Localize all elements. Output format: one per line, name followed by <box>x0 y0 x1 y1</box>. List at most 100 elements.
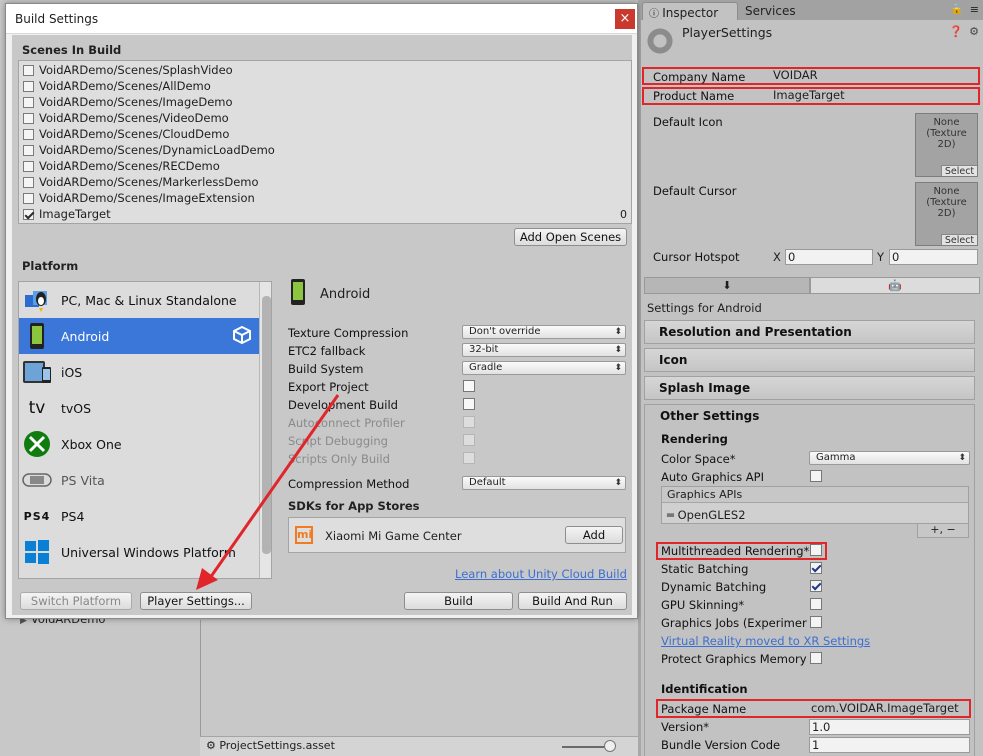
static-batching-checkbox[interactable] <box>810 562 822 574</box>
tab-inspector-label: Inspector <box>662 6 719 20</box>
tab-services-label: Services <box>745 4 796 18</box>
scene-row[interactable]: VoidARDemo/Scenes/CloudDemo <box>23 126 229 142</box>
color-space-dropdown[interactable]: Gamma <box>809 451 970 465</box>
scene-row[interactable]: VoidARDemo/Scenes/MarkerlessDemo <box>23 174 259 190</box>
add-open-scenes-button[interactable]: Add Open Scenes <box>514 228 627 246</box>
android-icon <box>290 279 306 309</box>
texture-compression-dropdown[interactable]: Don't override <box>462 325 626 339</box>
development-build-checkbox[interactable] <box>463 398 475 410</box>
platform-item-xbox[interactable]: Xbox One <box>19 426 259 462</box>
tvos-icon: tv <box>28 398 46 418</box>
section-resolution[interactable]: Resolution and Presentation <box>644 320 975 344</box>
window-titlebar[interactable]: Build Settings × <box>6 4 637 34</box>
protect-memory-checkbox[interactable] <box>810 652 822 664</box>
platform-item-webgl[interactable] <box>19 570 259 578</box>
bundle-version-field[interactable]: 1 <box>809 737 970 753</box>
list-add-remove[interactable]: +, − <box>917 524 969 538</box>
inspector-tab-bar: ⓘ Inspector Services 🔒 ≡ <box>641 0 983 20</box>
script-debugging-label: Script Debugging <box>288 434 388 448</box>
menu-icon[interactable]: ≡ <box>970 3 979 16</box>
scene-row[interactable]: VoidARDemo/Scenes/RECDemo <box>23 158 220 174</box>
graphics-jobs-label: Graphics Jobs (Experimer <box>661 616 807 630</box>
compression-method-dropdown[interactable]: Default <box>462 476 626 490</box>
tab-standalone[interactable]: ⬇ <box>644 277 810 294</box>
scene-checkbox[interactable] <box>23 160 34 172</box>
scene-row[interactable]: VoidARDemo/Scenes/VideoDemo <box>23 110 229 126</box>
platform-item-ios[interactable]: iOS <box>19 354 259 390</box>
platform-item-tvos[interactable]: tv tvOS <box>19 390 259 426</box>
build-and-run-button[interactable]: Build And Run <box>518 592 627 610</box>
hotspot-x-field[interactable]: 0 <box>785 249 873 265</box>
scene-row[interactable]: VoidARDemo/Scenes/DynamicLoadDemo <box>23 142 275 158</box>
etc2-fallback-dropdown[interactable]: 32-bit <box>462 343 626 357</box>
package-name-field[interactable]: com.VOIDAR.ImageTarget <box>809 701 967 717</box>
platform-item-ps4[interactable]: PS4 PS4 <box>19 498 259 534</box>
player-settings-button[interactable]: Player Settings... <box>140 592 252 610</box>
build-settings-body: Scenes In Build VoidARDemo/Scenes/Splash… <box>12 35 632 615</box>
close-button[interactable]: × <box>615 9 635 29</box>
sdk-add-button[interactable]: Add <box>565 526 623 544</box>
help-icon[interactable]: ❓ <box>949 25 963 38</box>
build-system-dropdown[interactable]: Gradle <box>462 361 626 375</box>
scene-checkbox[interactable] <box>23 96 34 108</box>
scene-row[interactable]: VoidARDemo/Scenes/ImageExtension <box>23 190 255 206</box>
unity-logo-icon <box>233 325 251 347</box>
default-icon-slot[interactable]: None (Texture 2D) Select <box>915 113 978 177</box>
hotspot-x-label: X <box>773 250 781 264</box>
version-field[interactable]: 1.0 <box>809 719 970 735</box>
tab-inspector[interactable]: ⓘ Inspector <box>642 2 738 20</box>
other-settings-header[interactable]: Other Settings <box>660 409 759 423</box>
switch-platform-button[interactable]: Switch Platform <box>20 592 132 610</box>
settings-gear-icon[interactable]: ⚙ <box>969 25 979 38</box>
inspector-header: PlayerSettings ❓ ⚙ <box>641 20 983 60</box>
section-icon[interactable]: Icon <box>644 348 975 372</box>
drag-handle-icon[interactable]: ═ <box>667 508 678 522</box>
gpu-skinning-checkbox[interactable] <box>810 598 822 610</box>
company-name-field[interactable]: VOIDAR <box>771 68 977 84</box>
hotspot-y-field[interactable]: 0 <box>889 249 978 265</box>
graphics-api-item[interactable]: ═ OpenGLES2 <box>667 508 746 522</box>
tab-android[interactable]: 🤖 <box>810 277 980 294</box>
scene-checkbox[interactable] <box>23 208 34 220</box>
platform-label: Android <box>61 328 110 344</box>
scene-row[interactable]: ImageTarget <box>23 206 111 222</box>
auto-graphics-label: Auto Graphics API <box>661 470 764 484</box>
section-splash[interactable]: Splash Image <box>644 376 975 400</box>
lock-icon[interactable]: 🔒 <box>951 4 963 15</box>
platform-item-psvita[interactable]: PS Vita <box>19 462 259 498</box>
scene-checkbox[interactable] <box>23 144 34 156</box>
scenes-list: VoidARDemo/Scenes/SplashVideo VoidARDemo… <box>18 60 632 224</box>
scene-checkbox[interactable] <box>23 176 34 188</box>
auto-graphics-checkbox[interactable] <box>810 470 822 482</box>
scene-checkbox[interactable] <box>23 64 34 76</box>
scripts-only-checkbox <box>463 452 475 464</box>
default-cursor-select[interactable]: Select <box>941 234 977 246</box>
export-project-checkbox[interactable] <box>463 380 475 392</box>
cloud-build-link[interactable]: Learn about Unity Cloud Build <box>455 567 627 581</box>
platform-item-uwp[interactable]: Universal Windows Platform <box>19 534 259 570</box>
scene-row[interactable]: VoidARDemo/Scenes/AllDemo <box>23 78 211 94</box>
platform-item-android[interactable]: Android <box>19 318 259 354</box>
scene-row[interactable]: VoidARDemo/Scenes/ImageDemo <box>23 94 233 110</box>
scene-checkbox[interactable] <box>23 80 34 92</box>
scene-name: VoidARDemo/Scenes/RECDemo <box>39 159 220 173</box>
scene-name: VoidARDemo/Scenes/SplashVideo <box>39 63 233 77</box>
scene-checkbox[interactable] <box>23 192 34 204</box>
platform-scrollbar[interactable] <box>259 282 271 578</box>
scene-row[interactable]: VoidARDemo/Scenes/SplashVideo <box>23 62 233 78</box>
scene-checkbox[interactable] <box>23 128 34 140</box>
ps4-icon: PS4 <box>23 509 51 523</box>
multithreaded-checkbox[interactable] <box>810 544 822 556</box>
dynamic-batching-checkbox[interactable] <box>810 580 822 592</box>
scrollbar-thumb[interactable] <box>262 296 271 554</box>
tab-services[interactable]: Services <box>739 2 889 20</box>
vr-settings-link[interactable]: Virtual Reality moved to XR Settings <box>661 634 870 648</box>
build-button[interactable]: Build <box>404 592 513 610</box>
platform-item-standalone[interactable]: PC, Mac & Linux Standalone <box>19 282 259 318</box>
product-name-field[interactable]: ImageTarget <box>771 88 977 104</box>
zoom-slider-knob[interactable] <box>604 740 616 752</box>
default-icon-select[interactable]: Select <box>941 165 977 177</box>
graphics-jobs-checkbox[interactable] <box>810 616 822 628</box>
default-cursor-slot[interactable]: None (Texture 2D) Select <box>915 182 978 246</box>
scene-checkbox[interactable] <box>23 112 34 124</box>
